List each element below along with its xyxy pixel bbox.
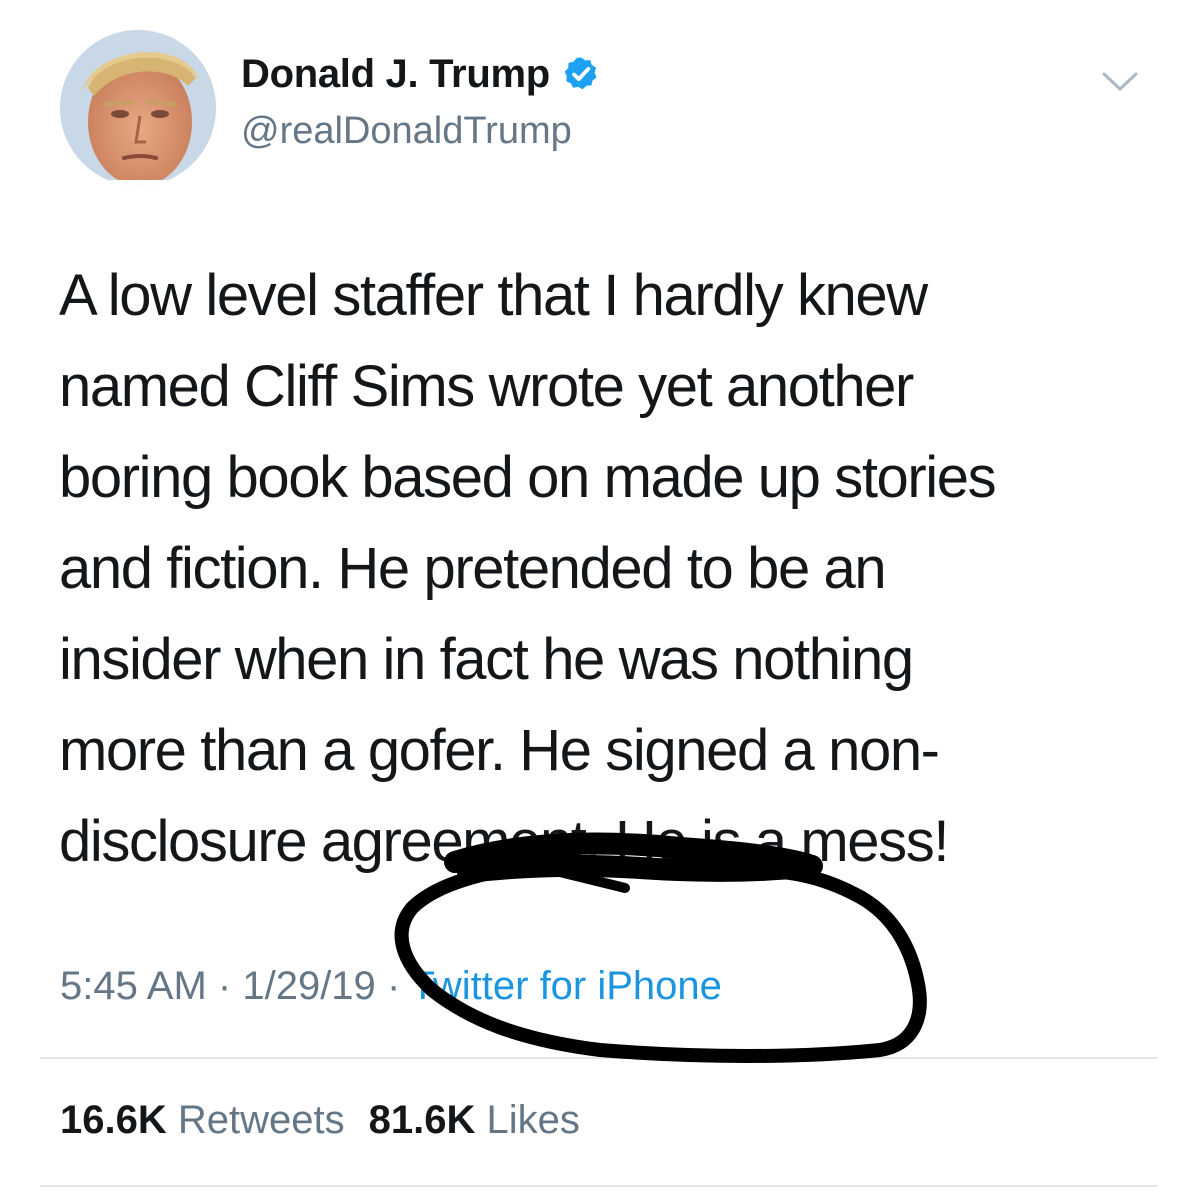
divider (40, 1185, 1157, 1187)
meta-separator: · (386, 964, 401, 1008)
retweets-stat[interactable]: 16.6K Retweets (60, 1098, 345, 1142)
tweet-date[interactable]: 1/29/19 (242, 964, 375, 1008)
tweet-text-line: boring book based on made up stories (59, 445, 997, 510)
tweet-time[interactable]: 5:45 AM (60, 964, 207, 1008)
tweet-text-line: more than a gofer. He signed a non- (59, 718, 940, 783)
like-label: Likes (486, 1098, 580, 1142)
tweet-text-line: named Cliff Sims wrote yet another (59, 354, 914, 419)
tweet-text-line: A low level staffer that I hardly knew (59, 263, 928, 328)
retweet-label: Retweets (177, 1098, 345, 1142)
retweet-count: 16.6K (60, 1098, 167, 1142)
tweet-text: A low level staffer that I hardly knew n… (59, 250, 1149, 887)
author-handle[interactable]: @realDonaldTrump (241, 108, 572, 154)
tweet-meta: 5:45 AM · 1/29/19 · Twitter for iPhone (60, 960, 722, 1012)
likes-stat[interactable]: 81.6K Likes (369, 1098, 580, 1142)
author-avatar[interactable] (60, 30, 216, 186)
tweet-text-line: insider when in fact he was nothing (59, 627, 914, 692)
like-count: 81.6K (368, 1098, 476, 1142)
divider (40, 1057, 1157, 1059)
meta-separator: · (217, 964, 232, 1008)
verified-badge-icon (564, 57, 597, 90)
tweet-source-link[interactable]: Twitter for iPhone (411, 964, 722, 1008)
chevron-down-icon[interactable] (1100, 64, 1140, 98)
tweet-text-line: disclosure agreement. He is a mess! (59, 809, 949, 874)
display-name-text: Donald J. Trump (241, 52, 550, 96)
profile-photo (60, 30, 216, 186)
tweet-stats: 16.6K Retweets 81.6K Likes (60, 1094, 580, 1146)
author-display-name[interactable]: Donald J. Trump (241, 50, 600, 98)
tweet-text-line: and fiction. He pretended to be an (59, 536, 887, 601)
marker-scribble-circle (394, 855, 927, 1063)
